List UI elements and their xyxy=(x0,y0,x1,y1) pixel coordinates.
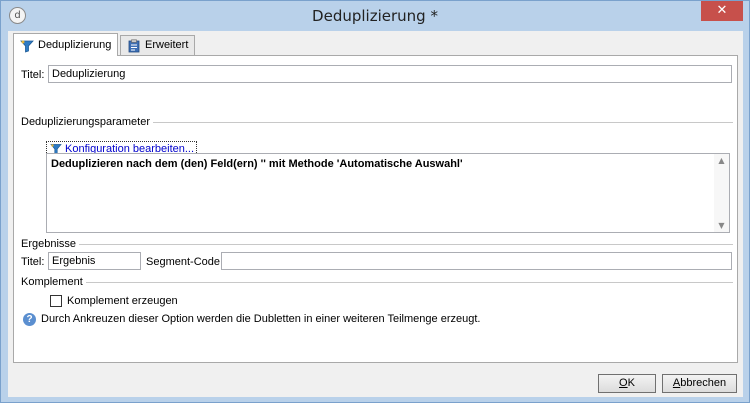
tab-panel: Titel: Deduplizierungsparameter Konfigur… xyxy=(13,55,738,363)
complement-checkbox[interactable] xyxy=(50,295,62,307)
dialog-client: Deduplizierung Erweitert Titel: Dedupliz… xyxy=(8,31,743,397)
description-text: Deduplizieren nach dem (den) Feld(ern) '… xyxy=(51,158,463,170)
cancel-button[interactable]: Abbrechen xyxy=(662,374,737,393)
description-textarea[interactable]: Deduplizieren nach dem (den) Feld(ern) '… xyxy=(46,153,730,233)
ok-button[interactable]: OK xyxy=(598,374,656,393)
info-icon: ? xyxy=(23,313,36,326)
section-title: Komplement xyxy=(21,276,86,288)
scroll-up-icon[interactable]: ▲ xyxy=(717,156,726,165)
section-complement: Komplement xyxy=(21,276,733,288)
complement-checkbox-label[interactable]: Komplement erzeugen xyxy=(67,295,178,307)
window-title: Deduplizierung * xyxy=(312,7,438,25)
section-deduplication-parameters: Deduplizierungsparameter xyxy=(21,116,733,128)
vertical-scrollbar[interactable]: ▲ ▼ xyxy=(714,154,729,232)
section-divider xyxy=(21,282,733,283)
section-title: Ergebnisse xyxy=(21,238,80,250)
result-title-label: Titel: xyxy=(21,256,45,268)
clipboard-icon xyxy=(128,39,140,53)
info-text: Durch Ankreuzen dieser Option werden die… xyxy=(41,313,481,325)
segment-code-input[interactable] xyxy=(221,252,732,270)
title-label: Titel: xyxy=(21,69,45,81)
tab-bar: Deduplizierung Erweitert xyxy=(8,31,743,56)
result-title-input[interactable] xyxy=(48,252,141,270)
ok-label-rest: K xyxy=(627,377,635,389)
title-input[interactable] xyxy=(48,65,732,83)
section-divider xyxy=(21,244,733,245)
tab-deduplizierung[interactable]: Deduplizierung xyxy=(13,33,119,56)
tab-erweitert[interactable]: Erweitert xyxy=(120,35,196,56)
dialog-window: d Deduplizierung * ✕ Deduplizierung Erwe… xyxy=(0,0,750,403)
title-bar[interactable]: d Deduplizierung * ✕ xyxy=(1,1,749,31)
segment-code-label: Segment-Code: xyxy=(146,256,224,268)
section-results: Ergebnisse xyxy=(21,238,733,250)
ok-mnemonic: O xyxy=(619,377,628,389)
tab-label: Deduplizierung xyxy=(38,39,112,51)
section-title: Deduplizierungsparameter xyxy=(21,116,154,128)
funnel-icon xyxy=(20,40,34,53)
cancel-label-rest: bbrechen xyxy=(680,377,727,389)
tab-label: Erweitert xyxy=(145,39,189,51)
scroll-down-icon[interactable]: ▼ xyxy=(717,221,726,230)
close-button[interactable]: ✕ xyxy=(701,1,743,21)
